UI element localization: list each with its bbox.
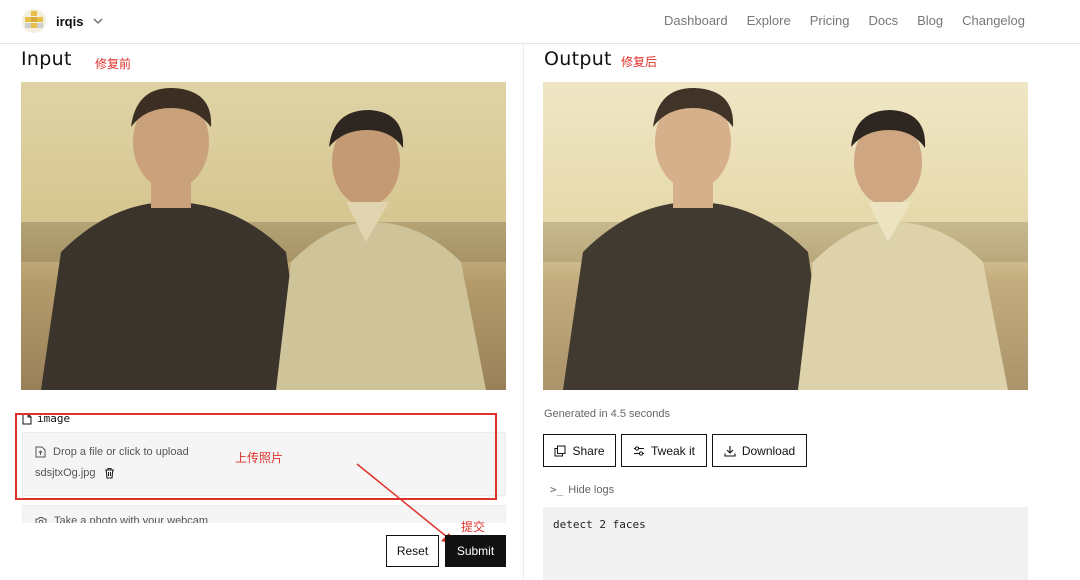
tweak-button[interactable]: Tweak it [621, 434, 707, 467]
chevron-down-icon[interactable] [93, 16, 103, 26]
nav-link-docs[interactable]: Docs [868, 13, 898, 28]
share-icon [554, 445, 566, 456]
output-heading: Output [544, 48, 612, 70]
output-image [543, 82, 1028, 390]
logs-text: detect 2 faces [553, 518, 646, 531]
brand-name: irqis [56, 13, 84, 29]
logs-panel: detect 2 faces [543, 507, 1028, 580]
nav-link-blog[interactable]: Blog [917, 13, 943, 28]
terminal-icon: >_ [550, 483, 564, 496]
download-button[interactable]: Download [712, 434, 807, 467]
after-annotation: 修复后 [621, 55, 658, 69]
reset-button[interactable]: Reset [386, 535, 439, 567]
generation-time: Generated in 4.5 seconds [544, 408, 670, 420]
tweak-label: Tweak it [650, 443, 695, 458]
camera-icon [35, 517, 47, 523]
before-annotation: 修复前 [95, 57, 132, 71]
webcam-text: Take a photo with your webcam [54, 515, 209, 523]
nav-links: Dashboard Explore Pricing Docs Blog Chan… [664, 13, 1025, 28]
download-icon [724, 445, 736, 457]
hide-logs-toggle[interactable]: >_ Hide logs [550, 483, 614, 496]
webcam-trigger[interactable]: Take a photo with your webcam [35, 515, 208, 523]
submit-annotation: 提交 [461, 520, 486, 534]
download-label: Download [741, 443, 796, 458]
nav-link-changelog[interactable]: Changelog [962, 13, 1025, 28]
hide-logs-label: Hide logs [568, 483, 615, 496]
nav-link-dashboard[interactable]: Dashboard [664, 13, 728, 28]
input-heading: Input [21, 48, 72, 70]
nav-link-explore[interactable]: Explore [747, 13, 791, 28]
share-button[interactable]: Share [543, 434, 616, 467]
share-label: Share [572, 443, 605, 458]
column-divider [523, 44, 524, 580]
webcam-capture[interactable]: Take a photo with your webcam [22, 505, 506, 523]
input-image [21, 82, 506, 390]
brand[interactable]: irqis [22, 9, 103, 33]
logo-icon [22, 9, 46, 33]
nav-link-pricing[interactable]: Pricing [810, 13, 850, 28]
sliders-icon [633, 445, 644, 456]
top-nav: irqis Dashboard Explore Pricing Docs Blo… [0, 0, 1080, 44]
submit-button[interactable]: Submit [445, 535, 506, 567]
upload-annotation: 上传照片 [235, 451, 284, 465]
